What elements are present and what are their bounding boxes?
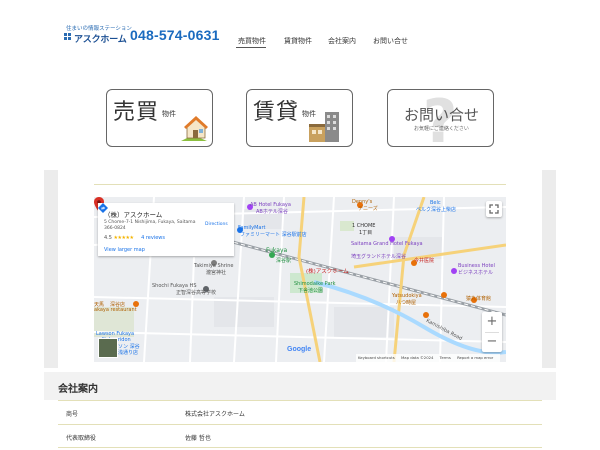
place-title: （株）アスクホーム bbox=[104, 211, 163, 219]
map-footer: Keyboard shortcuts Map data ©2024 Terms … bbox=[356, 354, 501, 362]
zoom-control: + − bbox=[482, 312, 502, 352]
nav-item-sale[interactable]: 売買物件 bbox=[238, 36, 266, 46]
zoom-out-button[interactable]: − bbox=[482, 332, 502, 352]
category-sale-label: 売買 bbox=[113, 100, 160, 125]
category-contact-note: お気軽にご連絡ください bbox=[414, 126, 469, 132]
company-row-key: 商号 bbox=[66, 411, 79, 418]
fullscreen-button[interactable] bbox=[486, 201, 502, 217]
map-poi-ab-hotel-jp: ABホテル深谷 bbox=[256, 209, 288, 215]
report-map-error-link[interactable]: Report a map error bbox=[457, 355, 493, 360]
map-poi-saitama-grand[interactable]: Saitama Grand Hotel Fukaya bbox=[351, 241, 423, 247]
category-rent-label: 賃貸 bbox=[253, 100, 300, 125]
logo-mark-icon bbox=[64, 33, 72, 41]
map-poi-imai[interactable]: 今井医院 bbox=[414, 257, 434, 264]
google-logo-text: Google bbox=[287, 346, 312, 353]
place-rating: 4.5 ★★★★★ 4 reviews bbox=[104, 235, 165, 241]
map-poi-gym[interactable]: 猿丸体育館 bbox=[466, 295, 491, 302]
nav-item-company[interactable]: 会社案内 bbox=[328, 36, 356, 46]
place-rating-value: 4.5 bbox=[104, 235, 112, 241]
google-logo: Google bbox=[287, 346, 311, 353]
company-row-value: 株式会社アスクホーム bbox=[185, 411, 245, 418]
content-divider bbox=[94, 184, 506, 185]
view-larger-map-link[interactable]: View larger map bbox=[104, 247, 145, 253]
map-poi-shimodaike-jp: 下舎池公園 bbox=[298, 288, 324, 294]
category-contact-label: お問い合せ bbox=[404, 106, 480, 124]
map-station-jp: 深谷駅 bbox=[276, 258, 292, 264]
category-rent-button[interactable]: 賃貸 物件 bbox=[246, 89, 353, 147]
place-reviews-link[interactable]: 4 reviews bbox=[141, 235, 165, 241]
map-pin-label[interactable]: (株)アスクホーム bbox=[306, 267, 349, 275]
keyboard-shortcuts-link[interactable]: Keyboard shortcuts bbox=[358, 355, 395, 360]
map-poi-dennys-jp: デニーズ bbox=[358, 206, 378, 212]
category-sale-sublabel: 物件 bbox=[162, 110, 176, 118]
place-address: 5 Chome-7-1 Nishijima, Fukaya, Saitama 3… bbox=[104, 220, 196, 231]
map-poi-lawson-jp-2: 浅通り店 bbox=[118, 350, 139, 356]
map-station-fukaya[interactable]: Fukaya bbox=[266, 247, 287, 254]
page: 住まいの情報ステーション アスクホーム 048-574-0631 売買物件 賃貸… bbox=[0, 0, 600, 450]
content-frame-right bbox=[542, 170, 556, 368]
map-poi-belc-jp: ベルク深谷上柴店 bbox=[416, 207, 457, 213]
nav-item-contact[interactable]: お問い合せ bbox=[373, 36, 408, 46]
logo-name: アスクホーム bbox=[74, 35, 127, 45]
place-info-card: （株）アスクホーム 5 Chome-7-1 Nishijima, Fukaya,… bbox=[98, 203, 234, 256]
category-sale-button[interactable]: 売買 物件 bbox=[106, 89, 213, 147]
company-row-value: 佐藤 哲也 bbox=[185, 435, 211, 442]
nav-item-rent[interactable]: 賃貸物件 bbox=[284, 36, 312, 46]
map-poi-shochi-jp: 正智深谷高等学校 bbox=[176, 290, 217, 296]
satellite-toggle-button[interactable] bbox=[98, 338, 118, 358]
category-contact-button[interactable]: ? お問い合せ お気軽にご連絡ください bbox=[387, 89, 494, 147]
zoom-in-button[interactable]: + bbox=[482, 312, 502, 332]
company-section-title: 会社案内 bbox=[58, 384, 98, 395]
map-poi-takimiya-jp: 瀧宮神社 bbox=[206, 270, 227, 276]
logo-tagline: 住まいの情報ステーション bbox=[66, 26, 132, 32]
map-poi-restaurant: akaya restaurant bbox=[94, 307, 137, 313]
map-poi-saitama-grand-jp: 埼玉グランドホテル深谷 bbox=[351, 254, 407, 260]
nav-active-underline bbox=[236, 47, 266, 48]
fullscreen-icon bbox=[489, 204, 499, 214]
company-row-key: 代表取締役 bbox=[66, 435, 97, 442]
directions-link[interactable]: Directions bbox=[205, 222, 228, 227]
google-map[interactable]: AB Hotel Fukaya ABホテル深谷 Denny's デニーズ Bel… bbox=[94, 197, 506, 362]
content-frame-left bbox=[44, 170, 58, 368]
company-row-divider bbox=[58, 424, 542, 425]
directions-icon[interactable] bbox=[98, 203, 108, 213]
map-data-attribution: Map data ©2024 bbox=[401, 355, 434, 360]
buildings-icon bbox=[309, 112, 339, 142]
site-logo[interactable]: 住まいの情報ステーション アスクホーム bbox=[64, 24, 132, 46]
map-poi-business-hotel-jp: ビジネスホテル bbox=[458, 270, 494, 276]
map-poi-yatsudokiya-jp: 八つ時屋 bbox=[396, 300, 417, 306]
phone-number[interactable]: 048-574-0631 bbox=[130, 27, 220, 43]
company-row-divider bbox=[58, 400, 542, 401]
star-rating-icon: ★★★★★ bbox=[113, 235, 134, 241]
terms-link[interactable]: Terms bbox=[440, 355, 451, 360]
map-area-1-chome-jp: 1丁目 bbox=[359, 230, 373, 236]
house-icon bbox=[181, 116, 208, 141]
company-row-divider bbox=[58, 447, 542, 448]
map-poi-familymart-jp: ファミリーマート 深谷駅前店 bbox=[240, 232, 307, 238]
company-section-header bbox=[44, 372, 556, 400]
